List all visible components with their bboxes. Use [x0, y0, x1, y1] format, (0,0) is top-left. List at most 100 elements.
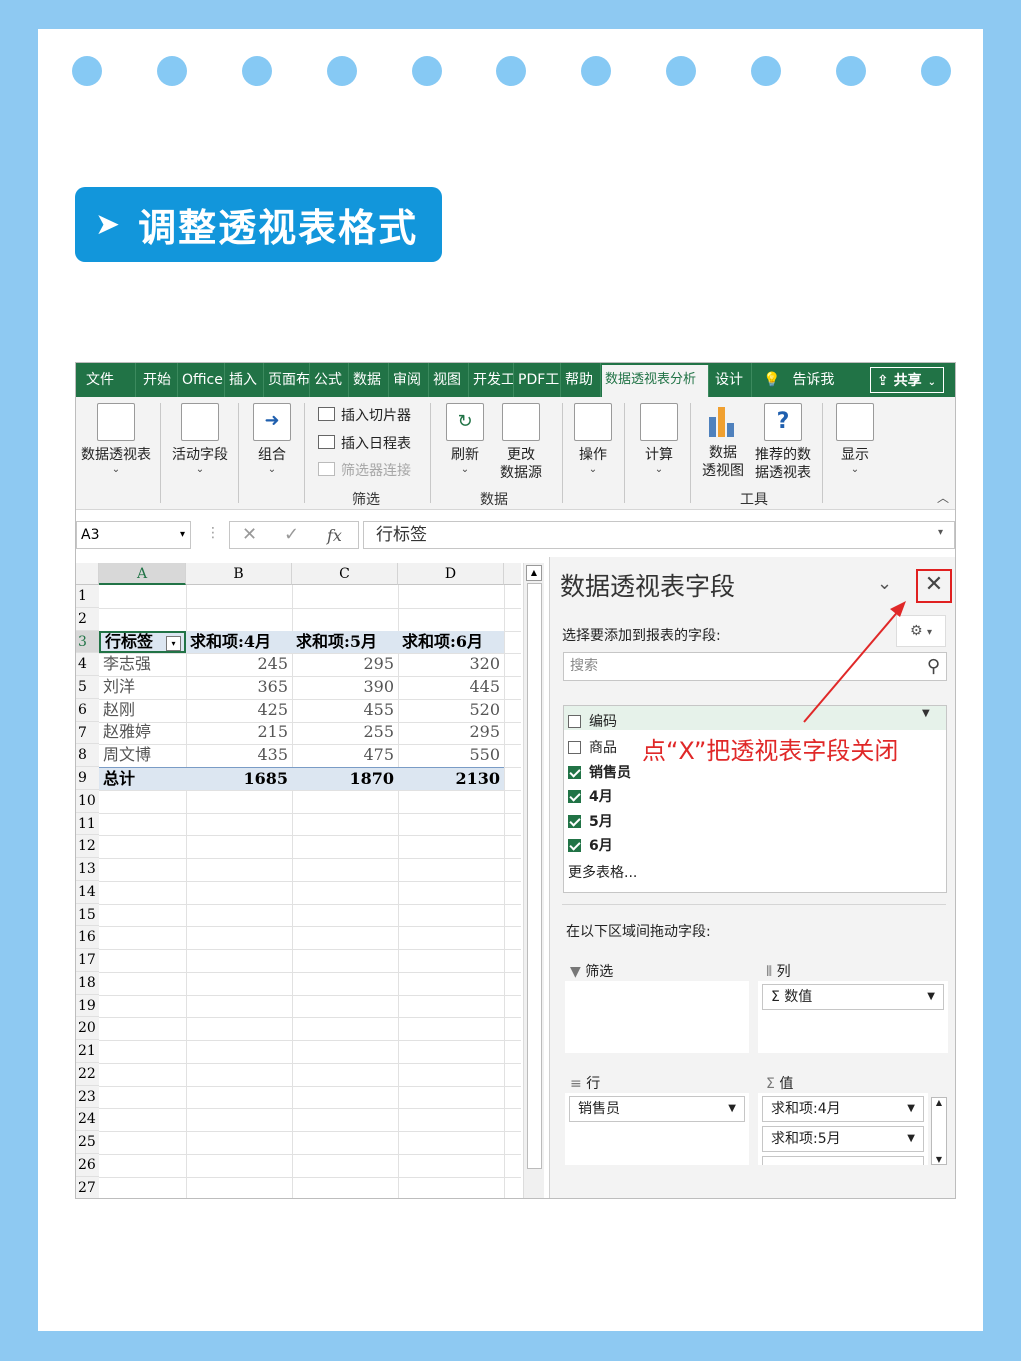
formula-input[interactable]: 行标签: [363, 521, 955, 549]
checkbox-checked[interactable]: [568, 790, 581, 803]
tab-page-layout[interactable]: 页面布: [265, 363, 310, 397]
pivot-col-header-jun[interactable]: 求和项:6月: [398, 631, 504, 653]
row-header[interactable]: 16: [76, 926, 99, 949]
row-header[interactable]: 8: [76, 744, 99, 767]
actions-button[interactable]: 操作 ⌄: [570, 403, 616, 476]
field-item-apr[interactable]: 4月: [568, 786, 613, 806]
values-drop-area[interactable]: 求和项:4月 ▼ 求和项:5月 ▼: [758, 1093, 928, 1165]
row-header[interactable]: 18: [76, 971, 99, 995]
change-source-button[interactable]: 更改 数据源: [490, 403, 552, 482]
column-header-d[interactable]: D: [398, 563, 504, 585]
values-scrollbar[interactable]: ▲ ▼: [931, 1097, 947, 1165]
tab-data[interactable]: 数据: [350, 363, 389, 397]
row-header[interactable]: 3: [76, 630, 99, 654]
field-item-salesperson[interactable]: 销售员: [568, 762, 631, 782]
tab-office[interactable]: Office: [179, 363, 225, 397]
row-header[interactable]: 10: [76, 789, 99, 813]
row-header[interactable]: 25: [76, 1131, 99, 1154]
row-header[interactable]: 22: [76, 1062, 99, 1086]
show-button[interactable]: 显示 ⌄: [832, 403, 878, 476]
more-tables-link[interactable]: 更多表格...: [568, 862, 637, 882]
row-header[interactable]: 1: [76, 585, 99, 608]
row-header[interactable]: 5: [76, 676, 99, 699]
tab-insert[interactable]: 插入: [226, 363, 264, 397]
row-header[interactable]: 19: [76, 994, 99, 1018]
insert-function-icon[interactable]: fx: [327, 526, 342, 545]
field-item-jun[interactable]: 6月: [568, 835, 613, 855]
pivot-value-cell[interactable]: 320: [398, 653, 504, 675]
pivot-value-cell[interactable]: 215: [186, 721, 292, 743]
row-header[interactable]: 17: [76, 949, 99, 972]
values-item-may[interactable]: 求和项:5月 ▼: [762, 1126, 924, 1152]
pivot-value-cell[interactable]: 425: [186, 699, 292, 721]
row-header[interactable]: 9: [76, 767, 99, 790]
filter-connections-button[interactable]: 筛选器连接: [318, 460, 411, 480]
pivot-total-may[interactable]: 1870: [292, 767, 398, 790]
checkbox-checked[interactable]: [568, 815, 581, 828]
pivot-value-cell[interactable]: 550: [398, 744, 504, 766]
tab-design[interactable]: 设计: [712, 363, 752, 397]
pivot-value-cell[interactable]: 455: [292, 699, 398, 721]
tab-pivot-analyze[interactable]: 数据透视表分析: [602, 365, 709, 397]
pivot-total-jun[interactable]: 2130: [398, 767, 504, 790]
recommended-pivot-button[interactable]: ? 推荐的数 据透视表: [750, 403, 816, 482]
insert-timeline-button[interactable]: 插入日程表: [318, 433, 411, 453]
pivot-row-label[interactable]: 刘洋: [99, 676, 186, 698]
row-header[interactable]: 27: [76, 1176, 99, 1198]
column-header-e[interactable]: [504, 563, 521, 585]
pivot-value-cell[interactable]: 245: [186, 653, 292, 675]
column-header-c[interactable]: C: [292, 563, 398, 585]
expand-formula-icon[interactable]: ▾: [938, 527, 943, 538]
row-header[interactable]: 7: [76, 721, 99, 745]
row-header[interactable]: 20: [76, 1017, 99, 1040]
pivot-total-label[interactable]: 总计: [99, 767, 186, 790]
tab-file[interactable]: 文件: [76, 363, 136, 397]
pivot-value-cell[interactable]: 390: [292, 676, 398, 698]
refresh-button[interactable]: ↻ 刷新 ⌄: [442, 403, 488, 476]
values-item-apr[interactable]: 求和项:4月 ▼: [762, 1096, 924, 1122]
field-item-may[interactable]: 5月: [568, 811, 613, 831]
collapse-ribbon-icon[interactable]: ︿: [937, 489, 949, 506]
column-header-b[interactable]: B: [186, 563, 292, 585]
filter-dropdown-icon[interactable]: ▾: [166, 636, 181, 651]
pivot-col-header-apr[interactable]: 求和项:4月: [186, 631, 292, 653]
pivot-row-label[interactable]: 周文博: [99, 744, 186, 766]
pivot-value-cell[interactable]: 520: [398, 699, 504, 721]
values-item-partial[interactable]: [762, 1156, 924, 1165]
pivot-row-label[interactable]: 赵雅婷: [99, 721, 186, 743]
share-button[interactable]: ⇪ 共享 ⌄: [870, 367, 944, 393]
enter-icon[interactable]: ✓: [284, 524, 299, 545]
tab-help[interactable]: 帮助: [562, 363, 601, 397]
pivot-value-cell[interactable]: 295: [398, 721, 504, 743]
pivot-value-cell[interactable]: 295: [292, 653, 398, 675]
tab-review[interactable]: 审阅: [390, 363, 429, 397]
tab-pdf[interactable]: PDF工: [515, 363, 561, 397]
rows-item-salesperson[interactable]: 销售员 ▼: [569, 1096, 745, 1122]
checkbox-checked[interactable]: [568, 839, 581, 852]
row-header[interactable]: 13: [76, 858, 99, 881]
row-header[interactable]: 23: [76, 1085, 99, 1109]
group-button[interactable]: ➜ 组合 ⌄: [246, 403, 298, 476]
pivot-value-cell[interactable]: 255: [292, 721, 398, 743]
pivot-value-cell[interactable]: 435: [186, 744, 292, 766]
row-header[interactable]: 6: [76, 698, 99, 722]
tab-formulas[interactable]: 公式: [311, 363, 349, 397]
pivot-value-cell[interactable]: 445: [398, 676, 504, 698]
row-header[interactable]: 24: [76, 1108, 99, 1131]
tab-developer[interactable]: 开发工: [470, 363, 514, 397]
pivot-row-label-header[interactable]: 行标签 ▾: [99, 631, 186, 653]
vertical-scrollbar[interactable]: ▲: [523, 563, 544, 1198]
pivot-row-label[interactable]: 李志强: [99, 653, 186, 675]
row-header[interactable]: 12: [76, 835, 99, 858]
scroll-down-icon[interactable]: ▼: [932, 1155, 946, 1164]
row-header[interactable]: 11: [76, 812, 99, 836]
active-field-button[interactable]: 活动字段 ⌄: [166, 403, 234, 476]
select-all-corner[interactable]: [76, 563, 99, 585]
scroll-thumb[interactable]: [527, 583, 542, 1169]
pivot-table-button[interactable]: 数据透视表 ⌄: [78, 403, 154, 476]
cancel-icon[interactable]: ✕: [242, 524, 257, 545]
row-header[interactable]: 15: [76, 903, 99, 927]
name-box[interactable]: A3 ▾: [76, 521, 191, 549]
calculations-button[interactable]: 计算 ⌄: [636, 403, 682, 476]
pivot-chart-button[interactable]: 数据 透视图: [698, 403, 748, 480]
